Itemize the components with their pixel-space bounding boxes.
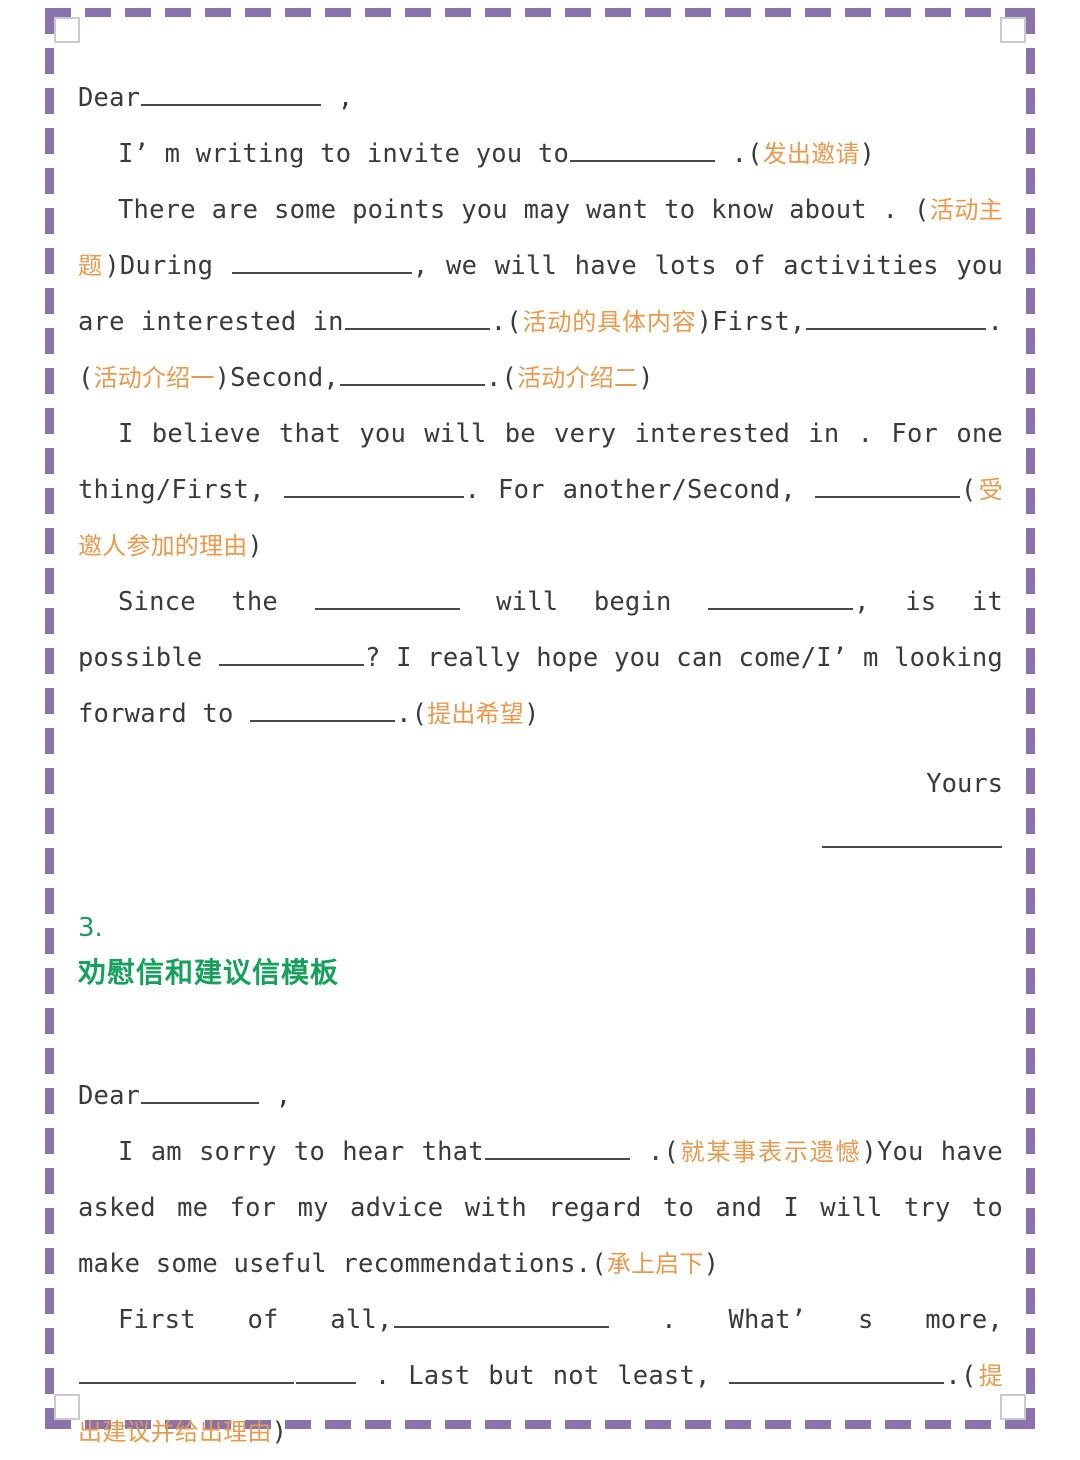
top-spacer xyxy=(78,0,1003,70)
advice-salutation-comma: , xyxy=(275,1081,292,1111)
text-segment: Since the xyxy=(118,587,278,617)
text-segment: . Last but not least, xyxy=(374,1361,711,1391)
blank-field[interactable] xyxy=(344,305,490,330)
blank-field[interactable] xyxy=(822,823,1002,848)
text-segment: )First, xyxy=(696,307,806,337)
annotation-note: 活动介绍一 xyxy=(93,364,215,392)
frame-edge-right xyxy=(1026,8,1035,1429)
text-segment: ) xyxy=(703,1249,720,1279)
text-segment: .( xyxy=(396,699,428,729)
text-segment: ) xyxy=(247,531,263,561)
text-segment: ) xyxy=(638,363,654,393)
text-segment: ) xyxy=(524,699,540,729)
blank-field[interactable] xyxy=(484,1135,630,1160)
document-page: Dear , I’ m writing to invite you to .(发… xyxy=(78,0,1003,1447)
section-title: 劝慰信和建议信模板 xyxy=(78,956,340,989)
advice-salutation: Dear xyxy=(78,1081,141,1111)
annotation-note: 就某事表示遗憾 xyxy=(679,1138,862,1166)
blank-field[interactable] xyxy=(729,1359,945,1384)
section-number: 3. xyxy=(78,913,103,943)
blank-field[interactable] xyxy=(570,137,716,162)
invitation-salutation: Dear xyxy=(78,83,141,113)
blank-field[interactable] xyxy=(806,305,987,330)
text-segment: )During xyxy=(104,251,214,281)
text-segment: I’ m writing to invite you to xyxy=(118,139,570,169)
blank-field[interactable] xyxy=(283,473,464,498)
text-segment: ? I really hope you can come/I’ m lookin… xyxy=(78,643,1003,729)
text-segment: There are some points you may want to kn… xyxy=(118,195,867,225)
invitation-paragraph-3: I believe that you will be very interest… xyxy=(78,406,1003,574)
closing-label: Yours xyxy=(926,769,1003,799)
blank-field[interactable] xyxy=(141,81,322,106)
blank-field[interactable] xyxy=(814,473,960,498)
text-segment: . ( xyxy=(882,195,930,225)
text-segment: .( xyxy=(485,363,518,393)
text-segment: ( xyxy=(960,475,977,505)
blank-field[interactable] xyxy=(250,697,396,722)
corner-marker-top-right xyxy=(1000,17,1026,43)
annotation-note: 承上启下 xyxy=(606,1250,704,1278)
text-segment: )Second, xyxy=(214,363,339,393)
annotation-note: 提出希望 xyxy=(427,700,525,728)
invitation-paragraph-2: There are some points you may want to kn… xyxy=(78,182,1003,406)
text-segment: .( xyxy=(490,307,522,337)
section-3-heading: 3. 劝慰信和建议信模板 xyxy=(78,908,1003,998)
text-segment: .( xyxy=(945,1361,977,1391)
text-segment: .( xyxy=(731,139,763,169)
text-segment: ) xyxy=(271,1417,288,1447)
blank-field[interactable] xyxy=(314,585,460,610)
blank-field[interactable] xyxy=(393,1303,609,1328)
blank-field[interactable] xyxy=(231,249,412,274)
blank-field[interactable] xyxy=(79,1359,294,1384)
text-segment: I am sorry to hear that xyxy=(118,1137,484,1167)
text-segment: .( xyxy=(647,1137,680,1167)
corner-marker-top-left xyxy=(54,17,80,43)
invitation-paragraph-4: Since the will begin , is it possible ? … xyxy=(78,574,1003,742)
pre-signature-spacer xyxy=(78,742,1003,756)
text-segment: will begin xyxy=(496,587,672,617)
invitation-salutation-line: Dear , xyxy=(78,70,1003,126)
invitation-salutation-comma: , xyxy=(337,83,354,113)
advice-letter-template: Dear , I am sorry to hear that .(就某事表示遗憾… xyxy=(78,1068,1003,1460)
blank-field[interactable] xyxy=(339,361,485,386)
advice-paragraph-1: I am sorry to hear that .(就某事表示遗憾)You ha… xyxy=(78,1124,1003,1292)
post-heading-spacer xyxy=(78,998,1003,1068)
invitation-letter-template: Dear , I’ m writing to invite you to .(发… xyxy=(78,70,1003,868)
annotation-note: 活动介绍二 xyxy=(517,364,639,392)
invitation-closing: Yours xyxy=(78,756,1003,812)
text-segment: . For another/Second, xyxy=(464,475,796,505)
corner-marker-bottom-left xyxy=(54,1394,80,1420)
corner-marker-bottom-right xyxy=(1000,1394,1026,1420)
blank-field[interactable] xyxy=(141,1079,260,1104)
frame-edge-left xyxy=(45,8,54,1429)
annotation-note: 活动的具体内容 xyxy=(521,308,697,336)
blank-field[interactable] xyxy=(219,641,365,666)
advice-salutation-line: Dear , xyxy=(78,1068,1003,1124)
advice-paragraph-2: First of all, . What’ s more, . Last but… xyxy=(78,1292,1003,1460)
blank-field[interactable] xyxy=(708,585,854,610)
invitation-signature-line xyxy=(78,812,1003,868)
invitation-paragraph-1: I’ m writing to invite you to .(发出邀请) xyxy=(78,126,1003,182)
text-segment: First of all, xyxy=(118,1305,393,1335)
text-segment: . What’ s more, xyxy=(661,1305,1003,1335)
text-segment: ) xyxy=(859,139,876,169)
blank-field[interactable] xyxy=(296,1359,356,1384)
annotation-note: 发出邀请 xyxy=(762,140,860,168)
